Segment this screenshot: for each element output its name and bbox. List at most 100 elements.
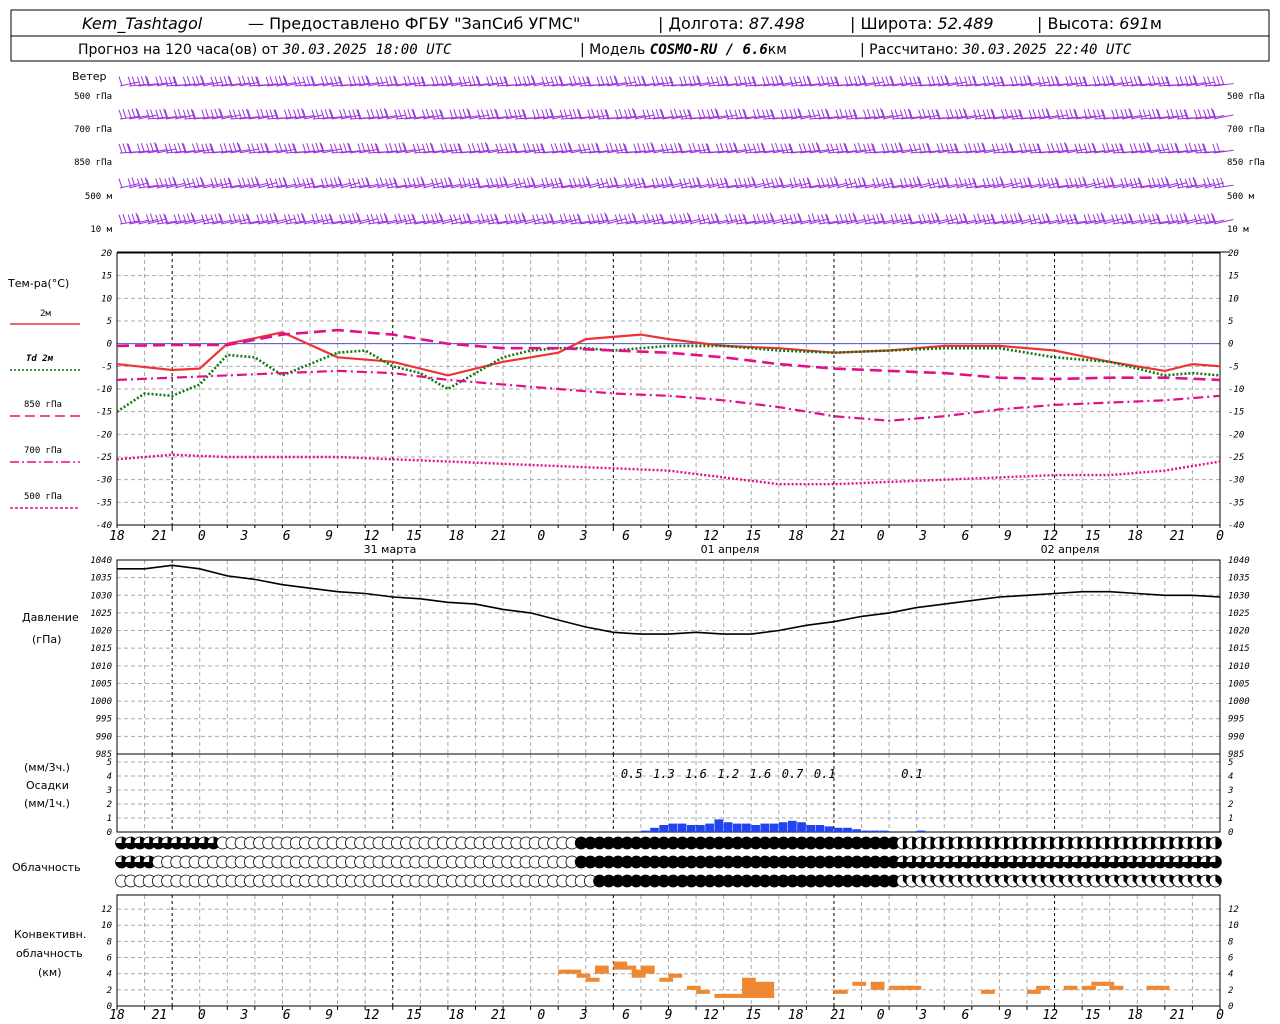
time-label: 15	[406, 529, 422, 544]
wind-barb-feather	[784, 143, 789, 153]
wind-barb-feather	[1087, 143, 1092, 153]
bottom-time-label: 3	[918, 1008, 927, 1023]
wind-barb-feather	[1050, 178, 1055, 188]
wind-barb-feather	[894, 109, 899, 119]
wind-barbs	[117, 75, 1234, 253]
wind-barb-feather	[1207, 76, 1212, 86]
bottom-time-label: 21	[491, 1008, 507, 1023]
wind-barb-feather	[719, 76, 724, 86]
wind-barb-feather	[421, 143, 426, 153]
precip-bar	[640, 830, 650, 832]
legend-700-label: 700 гПа	[24, 446, 62, 456]
precip-total-label: 1.2	[717, 767, 739, 781]
wind-barb-feather	[922, 143, 927, 153]
wind-barb-feather	[508, 143, 513, 153]
wind-barb-feather	[324, 109, 329, 119]
wind-barb-feather	[848, 109, 853, 119]
bottom-time-label: 12	[1042, 1008, 1058, 1023]
wind-barb-feather	[1142, 109, 1147, 119]
forecast-info: Прогноз на 120 часа(ов) от 30.03.2025 18…	[78, 42, 452, 58]
wind-barb-feather	[1212, 178, 1217, 188]
provider-text: — Предоставлено ФГБУ "ЗапСиб УГМС"	[248, 14, 580, 33]
wind-barb-feather	[835, 143, 840, 153]
pressure-ytick-right: 1030	[1228, 591, 1250, 601]
cloud-symbols	[115, 836, 1222, 888]
wind-barb-feather	[159, 109, 164, 119]
legend-td-label: Td 2м	[26, 354, 54, 364]
wind-barb-feather	[1032, 213, 1037, 224]
precip-bar	[668, 823, 678, 832]
wind-barb-feather	[964, 76, 969, 86]
temp-ytick-right: 20	[1228, 249, 1239, 259]
bottom-time-label: 6	[283, 1008, 291, 1023]
temp-ytick-right: -30	[1228, 476, 1244, 486]
conv-title-3: (км)	[38, 966, 62, 979]
temp-ytick-right: 0	[1228, 340, 1233, 350]
wind-barb-feather	[168, 143, 173, 153]
wind-barb-feather	[802, 76, 807, 86]
pressure-ytick-left: 1005	[90, 679, 112, 689]
time-label: 6	[283, 529, 291, 544]
precip-total-label: 1.6	[750, 767, 772, 781]
wind-barb-feather	[302, 178, 307, 188]
conv-title-1: Конвективн.	[14, 928, 86, 941]
wind-barb-feather	[1216, 143, 1221, 153]
wind-barb-feather	[536, 213, 541, 224]
wind-barb-feather	[683, 109, 688, 119]
wind-level-500hpa-right: 500 гПа	[1227, 92, 1265, 102]
temp-ytick-left: -20	[96, 430, 112, 440]
wind-barb-feather	[320, 214, 325, 224]
wind-barb-feather	[140, 76, 145, 86]
wind-barb-feather	[817, 109, 822, 119]
legend-500-label: 500 гПа	[24, 492, 62, 502]
conv-bar	[907, 985, 922, 990]
pressure-ytick-right: 1025	[1228, 609, 1250, 619]
wind-barb-feather	[205, 213, 210, 224]
wind-barb-feather	[701, 143, 706, 153]
wind-barb-feather	[471, 178, 476, 188]
wind-barb-feather	[633, 178, 638, 188]
wind-barb-feather	[1220, 177, 1225, 187]
wind-barb-feather	[747, 76, 752, 86]
wind-barb-feather	[173, 143, 178, 153]
time-label: 0	[877, 529, 885, 544]
time-label: 18	[449, 529, 465, 544]
pressure-ytick-left: 1010	[90, 662, 112, 672]
pressure-ytick-left: 1035	[90, 574, 112, 584]
wind-barb-feather	[385, 178, 390, 188]
bottom-time-label: 21	[1170, 1008, 1186, 1023]
wind-barb-feather	[1161, 143, 1166, 153]
pressure-title: Давление	[22, 611, 79, 624]
bottom-time-label: 3	[579, 1008, 588, 1023]
wind-barb-feather	[1197, 213, 1202, 224]
wind-barb-feather	[550, 76, 555, 86]
time-label: 0	[1216, 529, 1224, 544]
wind-barb-feather	[403, 109, 408, 119]
bottom-time-label: 0	[877, 1008, 885, 1023]
wind-barb-feather	[881, 178, 886, 188]
pressure-panel: Давление (гПа) 1040 10401035 10351030 10301…	[22, 556, 1250, 760]
conv-ytick-left: 6	[107, 954, 112, 964]
pressure-ytick-right: 1040	[1228, 556, 1250, 566]
conv-bar	[1109, 985, 1124, 990]
precip-bar	[696, 825, 705, 832]
wind-barb-feather	[1115, 109, 1120, 119]
bottom-time-label: 15	[1085, 1008, 1101, 1023]
wind-barb-feather	[186, 177, 191, 188]
precip-bar	[815, 825, 825, 832]
wind-barb-feather	[352, 109, 357, 119]
wind-barb-feather	[964, 178, 969, 188]
wind-barb-feather	[968, 76, 973, 86]
wind-barb-feather	[885, 178, 890, 188]
wind-barb-feather	[118, 109, 123, 119]
wind-barb-feather	[798, 76, 803, 86]
wind-barb-feather	[1050, 143, 1055, 153]
conv-bar	[1082, 985, 1096, 990]
wind-barb-feather	[517, 76, 522, 86]
wind-level-700hpa-right: 700 гПа	[1227, 125, 1265, 135]
wind-barb-feather	[802, 143, 807, 153]
conv-ytick-right: 10	[1228, 921, 1239, 931]
bottom-time-label: 18	[1127, 1008, 1143, 1023]
wind-barb-feather	[968, 143, 973, 153]
conv-title-2: облачность	[16, 947, 83, 960]
